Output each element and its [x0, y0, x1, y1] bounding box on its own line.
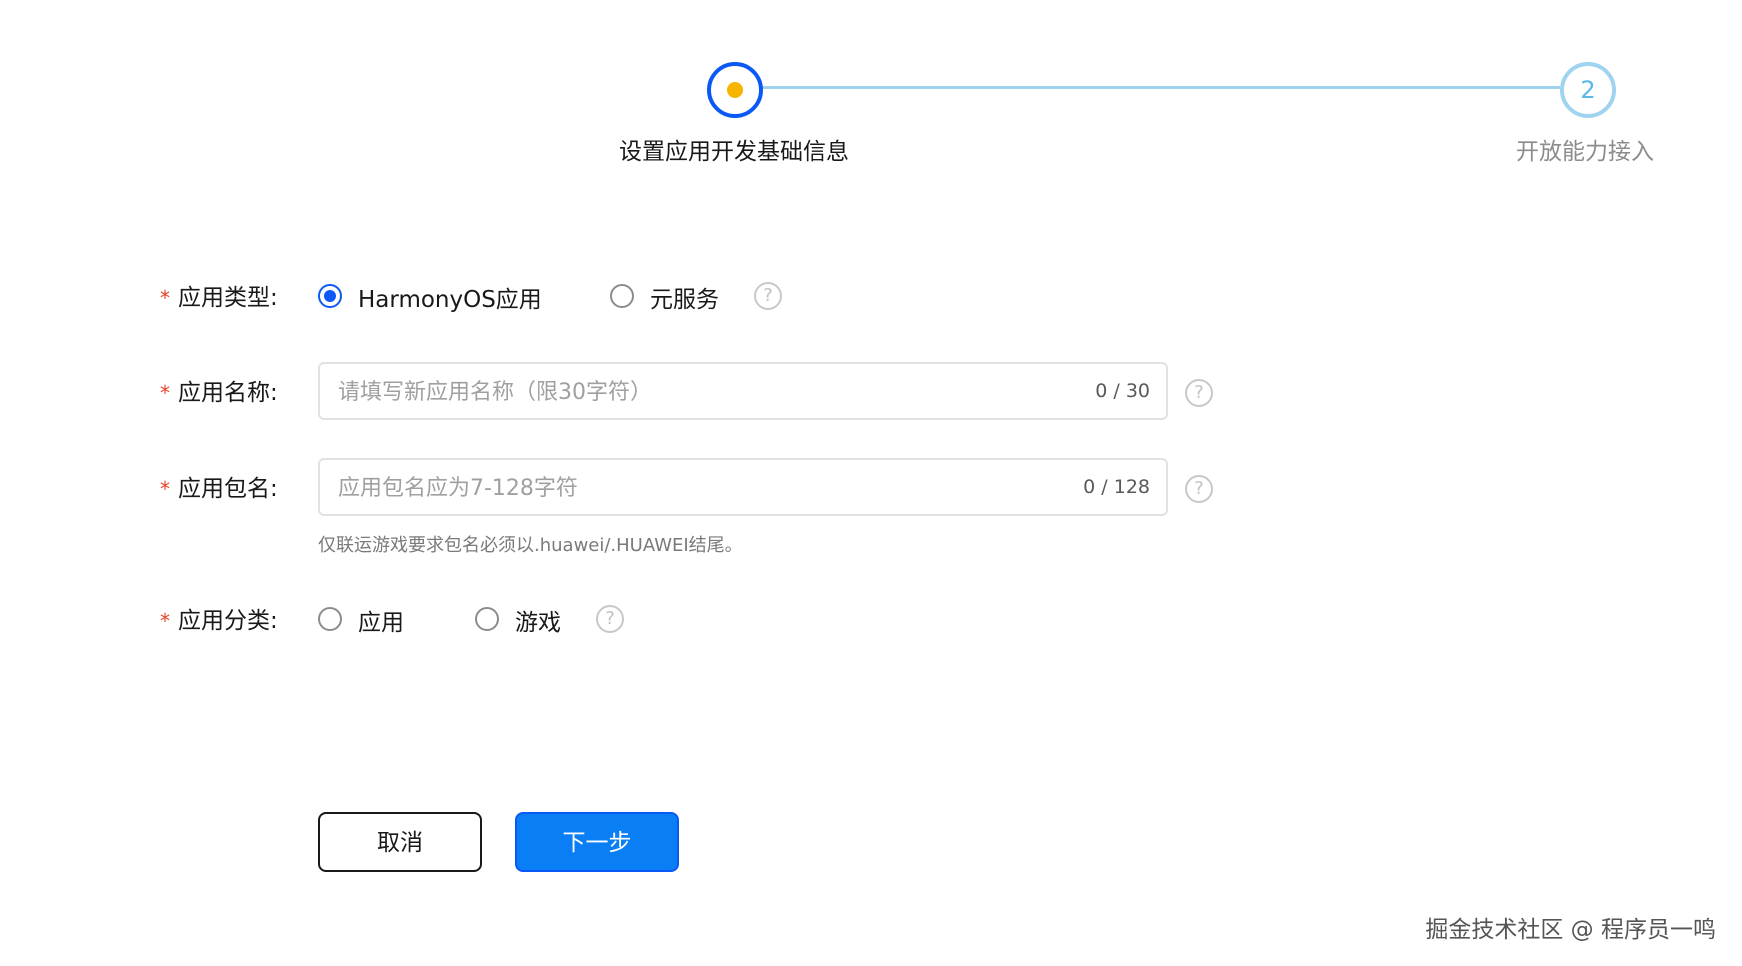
app-type-label: * 应用类型: — [160, 278, 290, 312]
required-mark: * — [160, 286, 170, 310]
step-1-indicator — [707, 62, 763, 118]
radio-harmonyos-app-label[interactable]: HarmonyOS应用 — [358, 280, 542, 314]
app-type-label-text: 应用类型: — [178, 285, 278, 311]
required-mark: * — [160, 477, 170, 501]
package-name-help-icon[interactable]: ? — [1185, 475, 1213, 503]
radio-harmonyos-app[interactable] — [318, 284, 342, 308]
package-name-char-counter: 0 / 128 — [1083, 476, 1150, 498]
app-name-char-counter: 0 / 30 — [1095, 380, 1150, 402]
radio-atomic-service-label[interactable]: 元服务 — [650, 280, 719, 314]
app-name-label: * 应用名称: — [160, 373, 290, 407]
required-mark: * — [160, 381, 170, 405]
app-category-help-icon[interactable]: ? — [596, 605, 624, 633]
package-name-input[interactable] — [336, 460, 1020, 516]
package-name-label-text: 应用包名: — [178, 476, 278, 502]
package-name-field[interactable]: 0 / 128 — [318, 458, 1168, 516]
app-type-help-icon[interactable]: ? — [754, 282, 782, 310]
radio-category-app[interactable] — [318, 607, 342, 631]
step-2-indicator: 2 — [1560, 62, 1616, 118]
radio-category-game-label[interactable]: 游戏 — [515, 603, 561, 637]
step-active-dot-icon — [727, 82, 743, 98]
package-name-label: * 应用包名: — [160, 469, 290, 503]
app-name-field[interactable]: 0 / 30 — [318, 362, 1168, 420]
app-category-label-text: 应用分类: — [178, 608, 278, 634]
step-2-label: 开放能力接入 — [1516, 139, 1654, 165]
app-name-input[interactable] — [336, 364, 1020, 420]
stepper-connector-line — [762, 86, 1560, 89]
app-create-page: 2 设置应用开发基础信息 开放能力接入 * 应用类型: HarmonyOS应用 元… — [0, 0, 1742, 966]
required-mark: * — [160, 609, 170, 633]
radio-category-game[interactable] — [475, 607, 499, 631]
app-name-label-text: 应用名称: — [178, 380, 278, 406]
step-1-label: 设置应用开发基础信息 — [619, 139, 849, 165]
app-category-label: * 应用分类: — [160, 601, 290, 635]
next-step-button[interactable]: 下一步 — [515, 812, 679, 872]
app-name-help-icon[interactable]: ? — [1185, 379, 1213, 407]
radio-atomic-service[interactable] — [610, 284, 634, 308]
watermark: 掘金技术社区 @ 程序员一鸣 — [1425, 917, 1716, 943]
cancel-button[interactable]: 取消 — [318, 812, 482, 872]
radio-category-app-label[interactable]: 应用 — [358, 603, 404, 637]
package-name-hint: 仅联运游戏要求包名必须以.huawei/.HUAWEI结尾。 — [318, 535, 743, 556]
